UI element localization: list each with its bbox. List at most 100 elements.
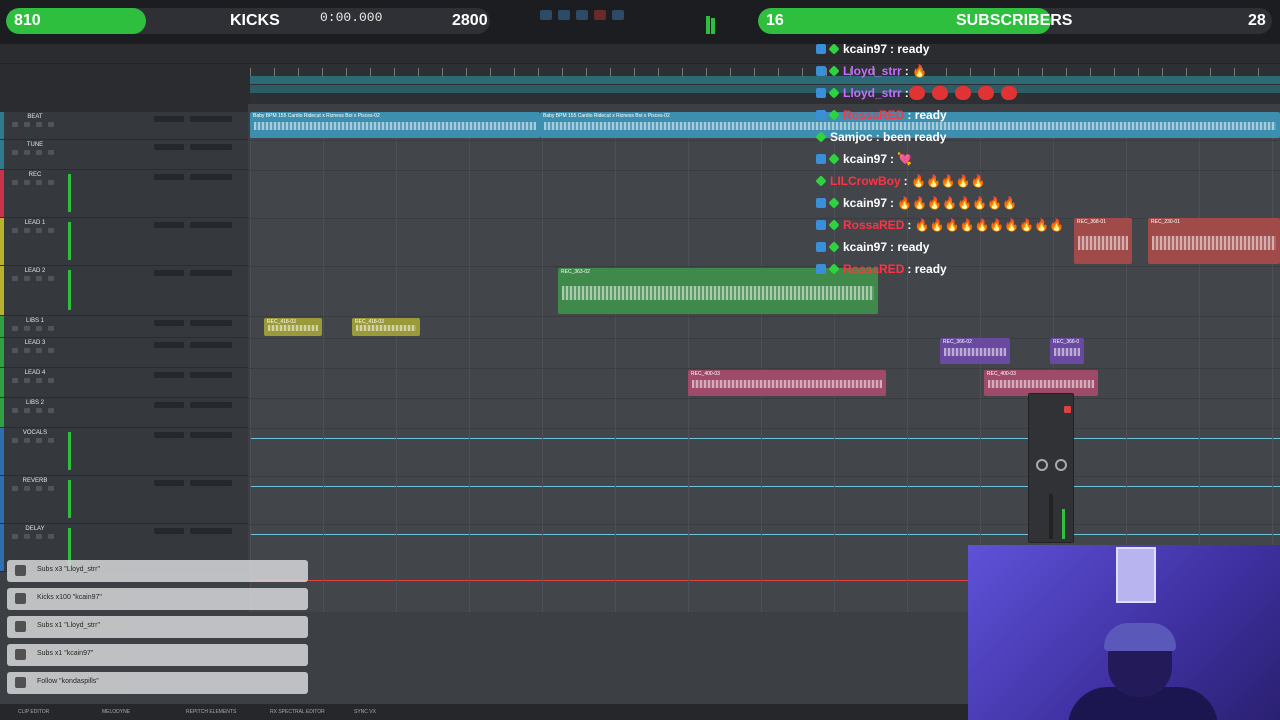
audio-clip[interactable]: REC_400-03 (688, 370, 886, 396)
record-button[interactable] (12, 228, 18, 233)
record-button[interactable] (12, 276, 18, 281)
track-header[interactable]: LIBS 1 (0, 316, 248, 338)
send-slot[interactable] (190, 174, 232, 180)
input-button[interactable] (24, 326, 30, 331)
insert-slot[interactable] (154, 432, 184, 438)
track-name[interactable]: LEAD 4 (10, 370, 60, 376)
input-button[interactable] (24, 438, 30, 443)
input-button[interactable] (24, 122, 30, 127)
record-button[interactable] (12, 408, 18, 413)
track-header[interactable]: LEAD 1 (0, 218, 248, 266)
solo-button[interactable] (36, 150, 42, 155)
insert-slot[interactable] (154, 342, 184, 348)
record-button[interactable] (12, 180, 18, 185)
bottom-tab[interactable]: REPITCH ELEMENTS (186, 709, 236, 715)
record-button[interactable] (12, 486, 18, 491)
fader[interactable] (1049, 494, 1053, 539)
record-button[interactable] (594, 10, 606, 20)
record-button[interactable] (12, 326, 18, 331)
mute-button[interactable] (48, 228, 54, 233)
mute-button[interactable] (48, 326, 54, 331)
audio-clip[interactable]: REC_418-03 (264, 318, 322, 336)
input-button[interactable] (24, 486, 30, 491)
solo-button[interactable] (36, 276, 42, 281)
insert-slot[interactable] (154, 222, 184, 228)
input-button[interactable] (24, 180, 30, 185)
bottom-tab[interactable]: CLIP EDITOR (18, 709, 49, 715)
send-slot[interactable] (190, 222, 232, 228)
send-slot[interactable] (190, 342, 232, 348)
input-button[interactable] (24, 228, 30, 233)
insert-slot[interactable] (154, 480, 184, 486)
mute-button[interactable] (48, 378, 54, 383)
track-name[interactable]: VOCALS (10, 430, 60, 436)
audio-clip[interactable]: REC_418-03 (352, 318, 420, 336)
record-button[interactable] (12, 122, 18, 127)
send-slot[interactable] (190, 402, 232, 408)
timeline-ruler[interactable] (250, 64, 1280, 104)
audio-clip[interactable]: Baby BPM 155 Cardio Ridecut x Rizness Bo… (250, 112, 540, 138)
stop-button[interactable] (558, 10, 570, 20)
record-button[interactable] (12, 150, 18, 155)
close-icon[interactable] (1064, 406, 1071, 413)
record-button[interactable] (12, 348, 18, 353)
track-name[interactable]: LIBS 2 (10, 400, 60, 406)
insert-slot[interactable] (154, 174, 184, 180)
send-slot[interactable] (190, 480, 232, 486)
track-name[interactable]: DELAY (10, 526, 60, 532)
input-button[interactable] (24, 534, 30, 539)
track-header[interactable]: REC (0, 170, 248, 218)
send-slot[interactable] (190, 320, 232, 326)
track-header[interactable]: BEAT (0, 112, 248, 140)
track-header[interactable]: LEAD 2 (0, 266, 248, 316)
rewind-button[interactable] (540, 10, 552, 20)
send-slot[interactable] (190, 116, 232, 122)
insert-slot[interactable] (154, 402, 184, 408)
track-name[interactable]: LEAD 1 (10, 220, 60, 226)
bottom-tab[interactable]: SYNC VX (354, 709, 376, 715)
knob-icon[interactable] (1036, 459, 1048, 471)
vocals-plugin-window[interactable] (1028, 393, 1074, 543)
solo-button[interactable] (36, 534, 42, 539)
mute-button[interactable] (48, 122, 54, 127)
solo-button[interactable] (36, 348, 42, 353)
send-slot[interactable] (190, 270, 232, 276)
loop-button[interactable] (612, 10, 624, 20)
solo-button[interactable] (36, 122, 42, 127)
solo-button[interactable] (36, 378, 42, 383)
input-button[interactable] (24, 408, 30, 413)
track-header[interactable]: REVERB (0, 476, 248, 524)
track-name[interactable]: LIBS 1 (10, 318, 60, 324)
track-header[interactable]: LIBS 2 (0, 398, 248, 428)
bottom-tab[interactable]: RX SPECTRAL EDITOR (270, 709, 325, 715)
solo-button[interactable] (36, 228, 42, 233)
mute-button[interactable] (48, 534, 54, 539)
audio-clip[interactable]: REC_230-01 (1148, 218, 1280, 264)
insert-slot[interactable] (154, 144, 184, 150)
mute-button[interactable] (48, 276, 54, 281)
insert-slot[interactable] (154, 270, 184, 276)
track-header[interactable]: TUNE (0, 140, 248, 170)
track-header[interactable]: LEAD 3 (0, 338, 248, 368)
timeline-area[interactable]: Baby BPM 155 Cardio Ridecut x Rizness Bo… (250, 112, 1280, 612)
mute-button[interactable] (48, 348, 54, 353)
track-name[interactable]: LEAD 2 (10, 268, 60, 274)
insert-slot[interactable] (154, 372, 184, 378)
send-slot[interactable] (190, 144, 232, 150)
solo-button[interactable] (36, 486, 42, 491)
mute-button[interactable] (48, 408, 54, 413)
audio-clip[interactable]: REC_366-0 (1050, 338, 1084, 364)
mute-button[interactable] (48, 180, 54, 185)
send-slot[interactable] (190, 372, 232, 378)
bottom-tab[interactable]: MELODYNE (102, 709, 130, 715)
record-button[interactable] (12, 378, 18, 383)
track-name[interactable]: REVERB (10, 478, 60, 484)
insert-slot[interactable] (154, 320, 184, 326)
solo-button[interactable] (36, 438, 42, 443)
send-slot[interactable] (190, 528, 232, 534)
input-button[interactable] (24, 276, 30, 281)
solo-button[interactable] (36, 408, 42, 413)
track-name[interactable]: LEAD 3 (10, 340, 60, 346)
mute-button[interactable] (48, 486, 54, 491)
solo-button[interactable] (36, 180, 42, 185)
